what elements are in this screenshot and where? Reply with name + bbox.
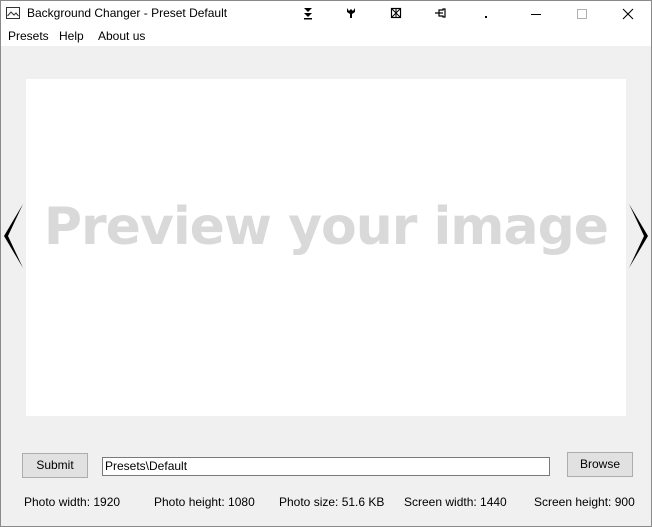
- menu-help[interactable]: Help: [59, 29, 84, 43]
- photo-width-label: Photo width: 1920: [24, 495, 121, 509]
- screen-height-label: Screen height: 900: [534, 495, 635, 509]
- double-chevron-down-icon[interactable]: [301, 6, 315, 20]
- preview-placeholder: Preview your image: [43, 197, 609, 257]
- menu-presets[interactable]: Presets: [8, 29, 49, 43]
- photo-height-label: Photo height: 1080: [154, 495, 255, 509]
- wrench-icon[interactable]: [344, 6, 358, 20]
- submit-button[interactable]: Submit: [22, 453, 88, 478]
- screen-width-label: Screen width: 1440: [404, 495, 507, 509]
- image-icon: [6, 7, 20, 19]
- grid-icon[interactable]: [389, 6, 403, 20]
- close-button[interactable]: [605, 1, 651, 27]
- maximize-button[interactable]: [559, 1, 605, 27]
- preset-path-input[interactable]: Presets\Default: [102, 457, 550, 476]
- title-bar[interactable]: Background Changer - Preset Default: [1, 1, 651, 27]
- window-title: Background Changer - Preset Default: [27, 6, 228, 20]
- app-window: Background Changer - Preset Default Pres…: [0, 0, 652, 527]
- image-preview: Preview your image: [26, 79, 626, 416]
- menu-about-us[interactable]: About us: [98, 29, 145, 43]
- minimize-button[interactable]: [513, 1, 559, 27]
- photo-size-label: Photo size: 51.6 KB: [279, 495, 385, 509]
- menu-bar: Presets Help About us: [1, 27, 651, 46]
- next-arrow-icon[interactable]: [628, 201, 650, 271]
- browse-button[interactable]: Browse: [567, 452, 633, 477]
- previous-arrow-icon[interactable]: [2, 201, 24, 271]
- maximize-icon: [577, 9, 587, 19]
- pin-icon[interactable]: [433, 6, 447, 20]
- dot-icon[interactable]: [479, 6, 493, 20]
- close-icon: [622, 8, 634, 20]
- minimize-icon: [531, 14, 541, 15]
